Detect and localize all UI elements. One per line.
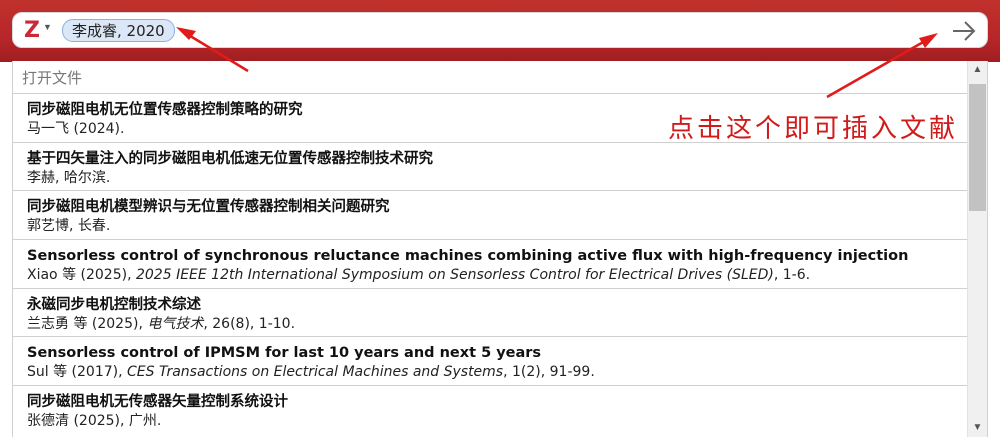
scroll-down-icon[interactable]: ▼ [968,419,987,437]
item-title: 同步磁阻电机模型辨识与无位置传感器控制相关问题研究 [27,199,390,216]
item-authors: 李赫, 哈尔滨. [27,169,111,186]
item-meta: 兰志勇 等 (2025), 电气技术, 26(8), 1-10. [27,315,968,334]
item-authors: Xiao 等 (2025), [27,267,136,284]
item-meta: 张德清 (2025), 广州. [27,412,968,431]
item-pages: , 1-6. [773,267,811,284]
section-header: 打开文件 [22,69,83,87]
list-item[interactable]: 基于四矢量注入的同步磁阻电机低速无位置传感器控制技术研究 李赫, 哈尔滨. [13,141,968,191]
list-item[interactable]: 同步磁阻电机模型辨识与无位置传感器控制相关问题研究 郭艺博, 长春. [13,190,968,239]
item-journal: CES Transactions on Electrical Machines … [127,364,504,381]
insert-arrow-icon[interactable] [951,19,977,43]
scroll-thumb[interactable] [969,84,986,211]
list-item[interactable]: 永磁同步电机控制技术综述 兰志勇 等 (2025), 电气技术, 26(8), … [13,287,968,337]
item-journal: 2025 IEEE 12th International Symposium o… [135,267,774,284]
scroll-up-icon[interactable]: ▲ [968,61,987,79]
item-pages: , 26(8), 1-10. [203,315,296,332]
item-meta: 李赫, 哈尔滨. [27,169,968,188]
item-authors: 张德清 (2025), 广州. [27,413,162,430]
zotero-logo-icon[interactable]: Z [24,20,41,42]
list-item[interactable]: Sensorless control of IPMSM for last 10 … [13,336,968,385]
item-title: Sensorless control of synchronous reluct… [27,248,909,265]
scrollbar[interactable]: ▲ ▼ [967,61,987,437]
item-pages: , 1(2), 91-99. [503,364,595,381]
item-title: 同步磁阻电机无传感器矢量控制系统设计 [27,394,288,411]
item-journal: 电气技术 [147,315,204,332]
item-meta: Xiao 等 (2025), 2025 IEEE 12th Internatio… [27,266,968,285]
item-meta: 郭艺博, 长春. [27,217,968,236]
citation-bubble[interactable]: 李成睿, 2020 [62,19,175,42]
item-title: Sensorless control of IPMSM for last 10 … [27,345,542,362]
list-item[interactable]: 同步磁阻电机无传感器矢量控制系统设计 张德清 (2025), 广州. [13,385,968,434]
item-authors: 郭艺博, 长春. [27,218,111,235]
item-authors: 马一飞 (2024). [27,121,125,137]
item-title: 基于四矢量注入的同步磁阻电机低速无位置传感器控制技术研究 [27,150,433,167]
item-meta: Sul 等 (2017), CES Transactions on Electr… [27,363,968,382]
chevron-down-icon[interactable]: ▼ [43,22,52,32]
citation-search-box[interactable]: Z ▼ 李成睿, 2020 [12,12,988,48]
item-title: 永磁同步电机控制技术综述 [27,296,201,313]
annotation-text: 点击这个即可插入文献 [668,114,959,144]
item-authors: 兰志勇 等 (2025), [27,315,148,332]
item-authors: Sul 等 (2017), [27,364,128,381]
list-item[interactable]: Sensorless control of synchronous reluct… [13,239,968,288]
